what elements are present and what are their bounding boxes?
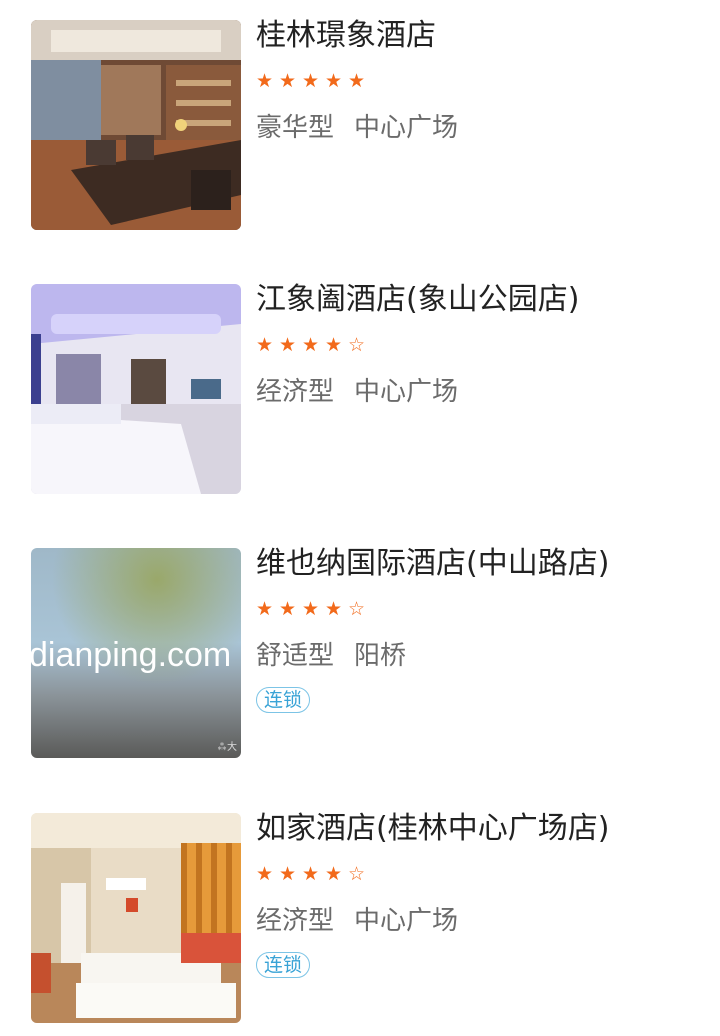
chain-badge: 连锁 bbox=[256, 952, 311, 978]
star-rating: ★ ★ ★ ★ ☆ bbox=[256, 335, 710, 355]
bedroom-photo bbox=[31, 284, 241, 494]
star-filled-icon: ★ bbox=[325, 598, 343, 620]
hotel-item-3[interactable]: dianping.com ⁂大 维也纳国际酒店(中山路店) ★ ★ ★ ★ ☆ … bbox=[0, 546, 720, 760]
hotel-info-3: 维也纳国际酒店(中山路店) ★ ★ ★ ★ ☆ 舒适型 阳桥 连锁 bbox=[256, 546, 710, 713]
star-filled-icon: ★ bbox=[325, 863, 343, 885]
hotel-photo-1[interactable] bbox=[31, 20, 241, 230]
hotel-info-2: 江象阖酒店(象山公园店) ★ ★ ★ ★ ☆ 经济型 中心广场 bbox=[256, 282, 710, 409]
hotel-meta: 舒适型 阳桥 bbox=[256, 639, 710, 673]
star-outline-icon: ☆ bbox=[348, 334, 366, 356]
hotel-grade: 经济型 bbox=[256, 906, 335, 936]
star-rating: ★ ★ ★ ★ ☆ bbox=[256, 599, 710, 619]
star-filled-icon: ★ bbox=[256, 863, 274, 885]
hotel-grade: 豪华型 bbox=[256, 113, 335, 143]
star-filled-icon: ★ bbox=[302, 70, 320, 92]
star-filled-icon: ★ bbox=[256, 70, 274, 92]
guestroom-photo bbox=[31, 813, 241, 1023]
hotel-info-4: 如家酒店(桂林中心广场店) ★ ★ ★ ★ ☆ 经济型 中心广场 连锁 bbox=[256, 811, 710, 978]
star-filled-icon: ★ bbox=[325, 334, 343, 356]
hotel-meta: 豪华型 中心广场 bbox=[256, 111, 710, 145]
star-filled-icon: ★ bbox=[279, 334, 297, 356]
hotel-name: 如家酒店(桂林中心广场店) bbox=[256, 811, 610, 846]
star-filled-icon: ★ bbox=[325, 70, 343, 92]
placeholder-photo: dianping.com ⁂大 bbox=[31, 548, 241, 758]
star-filled-icon: ★ bbox=[302, 598, 320, 620]
hotel-name: 桂林璟象酒店 bbox=[256, 18, 436, 53]
watermark-text: dianping.com bbox=[31, 636, 231, 674]
star-filled-icon: ★ bbox=[279, 863, 297, 885]
star-filled-icon: ★ bbox=[302, 334, 320, 356]
hotel-item-4[interactable]: 如家酒店(桂林中心广场店) ★ ★ ★ ★ ☆ 经济型 中心广场 连锁 bbox=[0, 811, 720, 1025]
hotel-meta: 经济型 中心广场 bbox=[256, 904, 710, 938]
star-filled-icon: ★ bbox=[279, 70, 297, 92]
hotel-area: 中心广场 bbox=[354, 377, 459, 407]
hotel-list: 桂林璟象酒店 ★ ★ ★ ★ ★ 豪华型 中心广场 江象阖酒店(象山公园店) ★… bbox=[0, 0, 720, 1036]
star-filled-icon: ★ bbox=[279, 598, 297, 620]
star-outline-icon: ☆ bbox=[348, 598, 366, 620]
hotel-name: 江象阖酒店(象山公园店) bbox=[256, 282, 580, 317]
hotel-name: 维也纳国际酒店(中山路店) bbox=[256, 546, 610, 581]
hotel-photo-2[interactable] bbox=[31, 284, 241, 494]
hotel-info-1: 桂林璟象酒店 ★ ★ ★ ★ ★ 豪华型 中心广场 bbox=[256, 18, 710, 145]
hotel-item-2[interactable]: 江象阖酒店(象山公园店) ★ ★ ★ ★ ☆ 经济型 中心广场 bbox=[0, 282, 720, 496]
hotel-area: 阳桥 bbox=[354, 641, 407, 671]
star-filled-icon: ★ bbox=[256, 334, 274, 356]
hotel-photo-3[interactable]: dianping.com ⁂大 bbox=[31, 548, 241, 758]
watermark-logo: ⁂大 bbox=[217, 740, 237, 753]
star-rating: ★ ★ ★ ★ ★ bbox=[256, 71, 710, 91]
hotel-area: 中心广场 bbox=[354, 906, 459, 936]
hotel-grade: 舒适型 bbox=[256, 641, 335, 671]
chain-badge: 连锁 bbox=[256, 687, 311, 713]
star-filled-icon: ★ bbox=[256, 598, 274, 620]
star-filled-icon: ★ bbox=[348, 70, 366, 92]
hotel-item-1[interactable]: 桂林璟象酒店 ★ ★ ★ ★ ★ 豪华型 中心广场 bbox=[0, 18, 720, 232]
hotel-grade: 经济型 bbox=[256, 377, 335, 407]
hotel-photo-4[interactable] bbox=[31, 813, 241, 1023]
lobby-photo bbox=[31, 20, 241, 230]
star-rating: ★ ★ ★ ★ ☆ bbox=[256, 864, 710, 884]
star-filled-icon: ★ bbox=[302, 863, 320, 885]
star-outline-icon: ☆ bbox=[348, 863, 366, 885]
hotel-area: 中心广场 bbox=[354, 113, 459, 143]
hotel-meta: 经济型 中心广场 bbox=[256, 375, 710, 409]
